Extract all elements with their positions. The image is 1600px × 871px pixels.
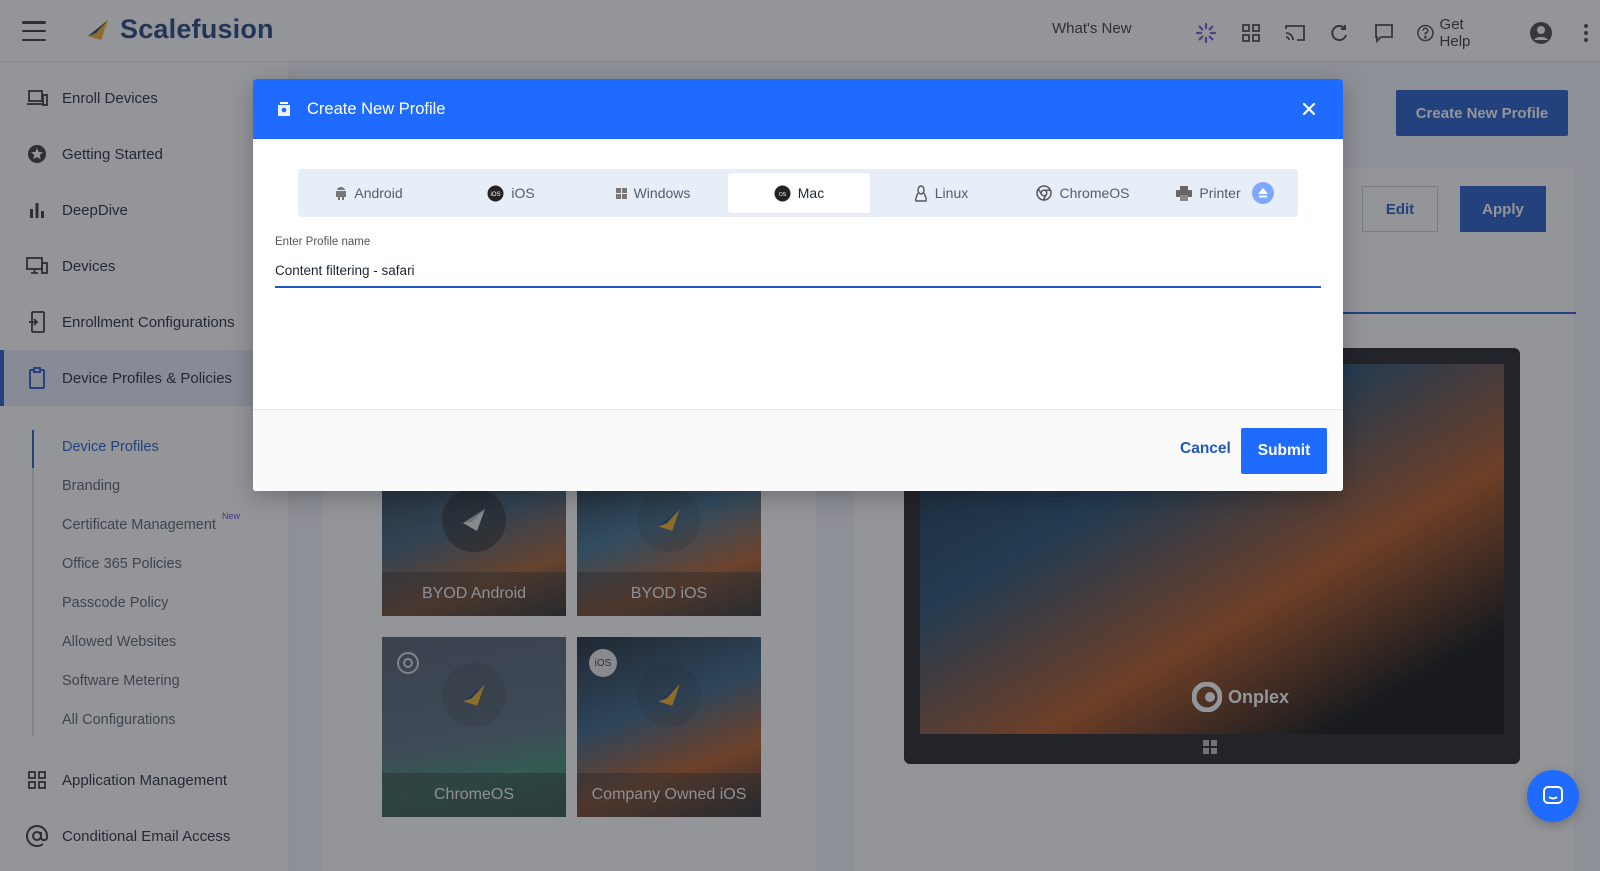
profile-name-label: Enter Profile name: [275, 236, 371, 248]
profile-stack-icon: [278, 102, 290, 116]
ios-icon: iOS: [487, 185, 504, 201]
android-icon: [336, 187, 347, 200]
linux-icon: [914, 184, 927, 202]
tab-windows[interactable]: Windows: [582, 173, 724, 213]
printer-icon: [1176, 185, 1193, 201]
windows-icon: [615, 187, 627, 199]
tab-label: iOS: [511, 185, 535, 201]
tab-label: Windows: [633, 185, 691, 201]
tab-label: Printer: [1199, 185, 1241, 201]
tab-ios[interactable]: iOS iOS: [440, 173, 582, 213]
os-platform-tabs: Android iOS iOS Windows OS Mac Linux Chr…: [298, 169, 1298, 217]
tab-mac[interactable]: OS Mac: [728, 173, 870, 213]
submit-button[interactable]: Submit: [1241, 428, 1327, 474]
chrome-icon: [1036, 185, 1053, 201]
tab-android[interactable]: Android: [298, 173, 440, 213]
tab-printer[interactable]: Printer: [1154, 173, 1296, 213]
tab-label: Mac: [797, 185, 825, 201]
tab-linux[interactable]: Linux: [870, 173, 1012, 213]
modal-header: Create New Profile: [253, 79, 1343, 139]
svg-text:iOS: iOS: [491, 192, 501, 198]
tab-label: ChromeOS: [1059, 185, 1130, 201]
cancel-button[interactable]: Cancel: [1180, 440, 1231, 458]
modal-title: Create New Profile: [307, 99, 446, 118]
support-chat-button[interactable]: [1527, 770, 1579, 822]
tab-label: Linux: [934, 185, 969, 201]
chat-icon: [1543, 786, 1563, 804]
modal-footer: Cancel Submit: [253, 409, 1343, 491]
tab-label: Android: [354, 185, 403, 201]
profile-name-input[interactable]: [275, 254, 1321, 288]
macos-icon: OS: [774, 185, 791, 201]
create-profile-modal: Create New Profile Android iOS iOS Windo…: [253, 79, 1343, 491]
svg-text:OS: OS: [779, 192, 787, 198]
tab-chromeos[interactable]: ChromeOS: [1012, 173, 1154, 213]
close-icon[interactable]: [1297, 97, 1321, 121]
upgrade-badge-icon: [1251, 182, 1274, 204]
